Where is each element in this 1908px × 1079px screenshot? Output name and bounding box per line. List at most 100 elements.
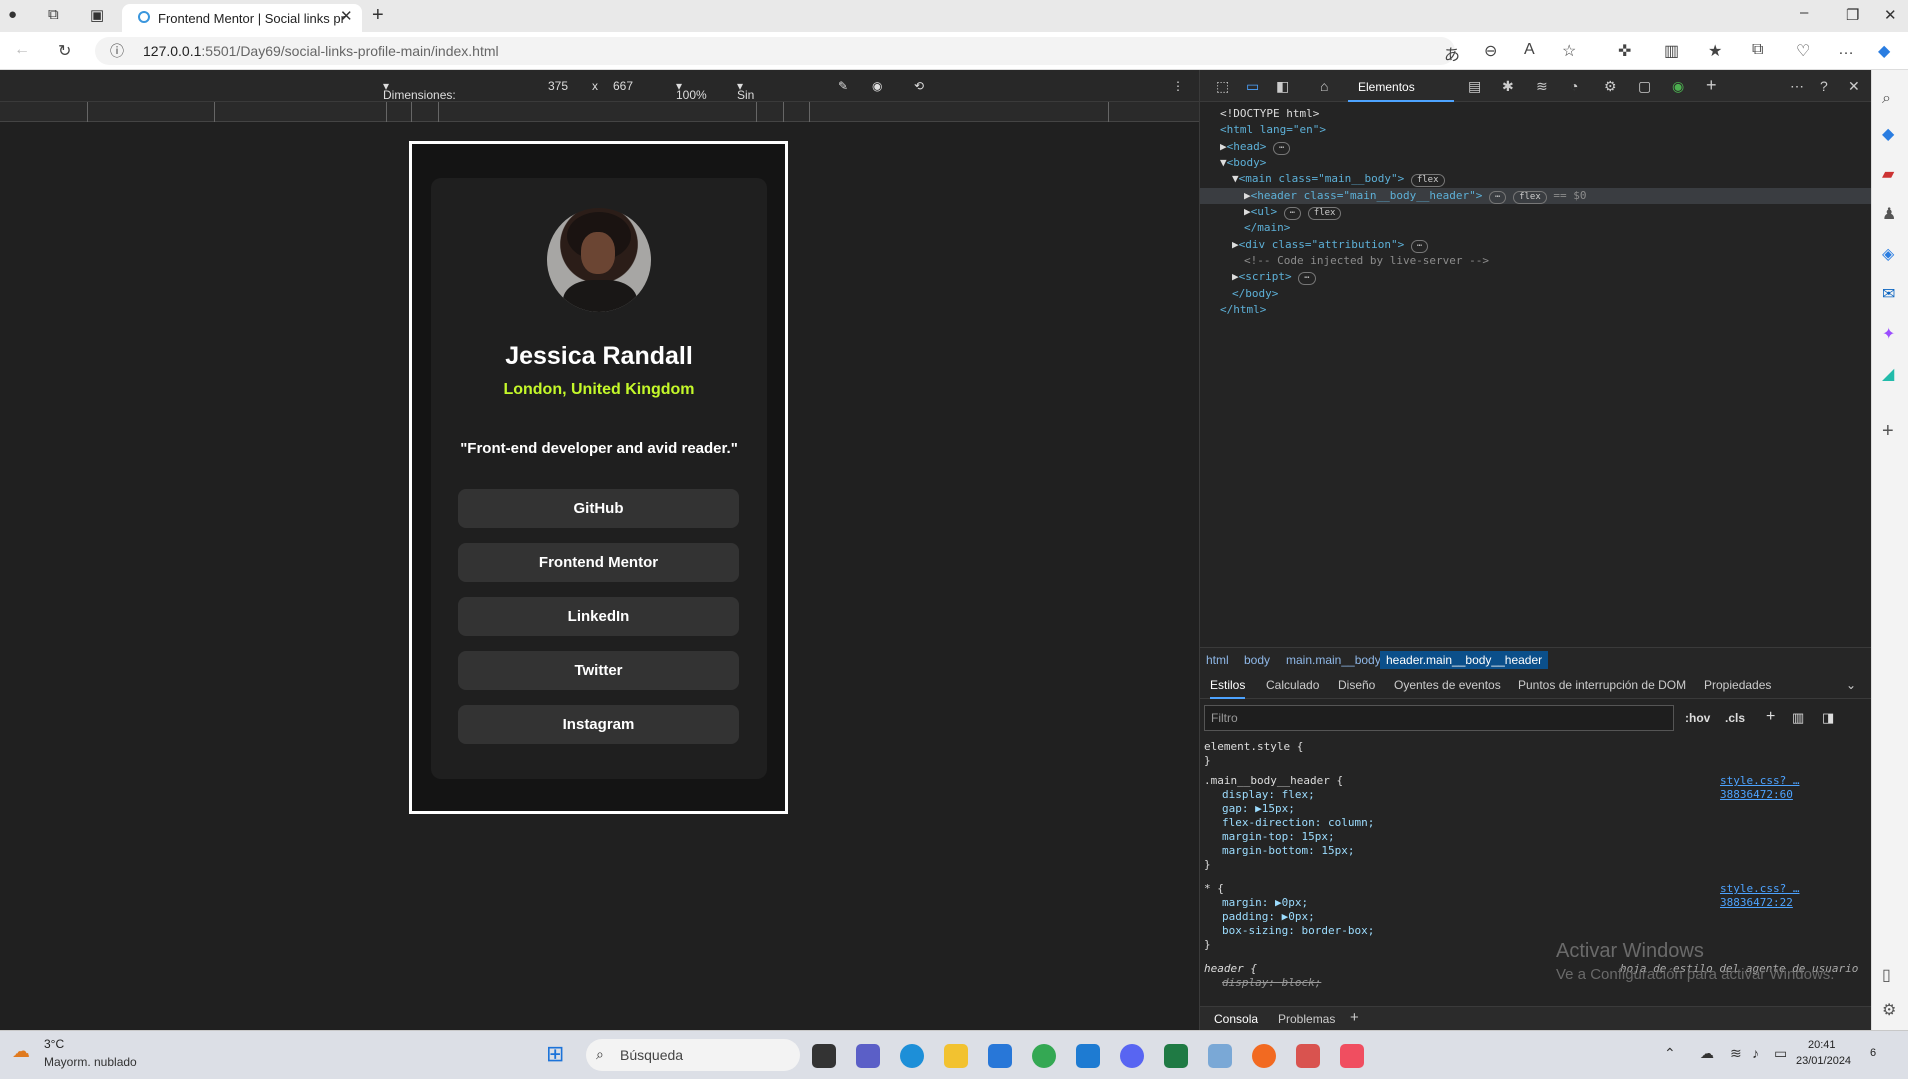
rule3-selector[interactable]: header { bbox=[1204, 962, 1257, 976]
copilot-icon[interactable]: ◆ bbox=[1878, 41, 1890, 61]
more-icon[interactable]: … bbox=[1838, 41, 1854, 59]
shopping-icon[interactable]: ◆ bbox=[1882, 124, 1894, 144]
crumb-header[interactable]: header.main__body__header bbox=[1380, 651, 1549, 669]
task-view-icon[interactable] bbox=[812, 1044, 836, 1068]
sidebar-settings-icon[interactable]: ⚙ bbox=[1882, 1000, 1896, 1020]
site-info-icon[interactable]: ⓘ bbox=[110, 41, 124, 61]
edge-icon[interactable] bbox=[900, 1044, 924, 1068]
devtools-more-icon[interactable]: ⋯ bbox=[1790, 78, 1804, 95]
link-github[interactable]: GitHub bbox=[458, 489, 739, 528]
css-prop[interactable]: margin-bottom: 15px; bbox=[1222, 844, 1354, 858]
add-sidebar-icon[interactable]: + bbox=[1882, 420, 1894, 443]
active-tab[interactable]: Frontend Mentor | Social links pr bbox=[122, 4, 362, 32]
outlook-icon[interactable]: ✉ bbox=[1882, 284, 1895, 304]
tools-icon[interactable]: ▰ bbox=[1882, 164, 1894, 184]
device-dimensions-select[interactable]: Dimensiones: iPhone SE ▾ bbox=[383, 79, 456, 116]
styles-filter-input[interactable]: Filtro bbox=[1204, 705, 1674, 731]
rule2-source-link[interactable]: style.css? …38836472:22 bbox=[1720, 882, 1872, 910]
throttle-select[interactable]: Sin limitación ▾ bbox=[737, 79, 787, 116]
weather-temp[interactable]: 3°C bbox=[44, 1037, 64, 1051]
dom-line[interactable]: </html> bbox=[1220, 302, 1266, 318]
dom-line[interactable]: ▶<script> ⋯ bbox=[1232, 269, 1316, 285]
drawer-add-icon[interactable]: + bbox=[1350, 1009, 1359, 1026]
device-more-icon[interactable]: ⋮ bbox=[1172, 79, 1184, 93]
app-icon[interactable] bbox=[1296, 1044, 1320, 1068]
dom-line[interactable]: </body> bbox=[1232, 286, 1278, 302]
volume-icon[interactable]: ♪ bbox=[1752, 1045, 1759, 1061]
css-prop[interactable]: margin: ▶0px; bbox=[1222, 896, 1308, 910]
tab-event-listeners[interactable]: Oyentes de eventos bbox=[1394, 678, 1501, 692]
cloud-icon[interactable]: ☁ bbox=[1700, 1045, 1714, 1062]
dom-line[interactable]: <!-- Code injected by live-server --> bbox=[1244, 253, 1489, 269]
crumb-html[interactable]: html bbox=[1206, 653, 1229, 667]
link-frontend-mentor[interactable]: Frontend Mentor bbox=[458, 543, 739, 582]
tab-computed[interactable]: Calculado bbox=[1266, 678, 1319, 692]
back-icon[interactable]: ← bbox=[14, 41, 30, 59]
designer-icon[interactable]: ✦ bbox=[1882, 324, 1895, 344]
drawer-tab-issues[interactable]: Problemas bbox=[1278, 1012, 1335, 1026]
zoom-out-icon[interactable]: ⊖ bbox=[1484, 41, 1497, 61]
application-icon[interactable]: ▢ bbox=[1638, 78, 1651, 95]
performance-panel-icon[interactable]: ◔ bbox=[1570, 78, 1578, 94]
css-prop[interactable]: flex-direction: column; bbox=[1222, 816, 1374, 830]
split-screen-icon[interactable]: ▥ bbox=[1664, 41, 1679, 61]
excel-icon[interactable] bbox=[1164, 1044, 1188, 1068]
tray-chevron-icon[interactable]: ⌃ bbox=[1664, 1045, 1676, 1062]
color-format-icon[interactable]: ▥ bbox=[1792, 710, 1804, 726]
url-field[interactable]: 127.0.0.1:5501/Day69/social-links-profil… bbox=[95, 37, 1455, 65]
css-prop[interactable]: display: flex; bbox=[1222, 788, 1315, 802]
favorite-icon[interactable]: ☆ bbox=[1562, 41, 1576, 61]
settings-gear-icon[interactable]: ⚙ bbox=[1604, 78, 1617, 95]
battery-icon[interactable]: ▭ bbox=[1774, 1045, 1787, 1062]
chrome-icon[interactable] bbox=[1032, 1044, 1056, 1068]
start-icon[interactable]: ⊞ bbox=[546, 1041, 564, 1067]
file-explorer-icon[interactable] bbox=[944, 1044, 968, 1068]
inspect-icon[interactable]: ⬚ bbox=[1216, 78, 1229, 95]
link-instagram[interactable]: Instagram bbox=[458, 705, 739, 744]
teams-icon[interactable] bbox=[856, 1044, 880, 1068]
tab-layout[interactable]: Diseño bbox=[1338, 678, 1375, 692]
zoom-select[interactable]: 100% ▾ bbox=[676, 79, 707, 102]
close-devtools-icon[interactable]: ✕ bbox=[1848, 78, 1860, 95]
extensions-icon[interactable]: ✜ bbox=[1618, 41, 1631, 61]
collections-bar-icon[interactable]: ⧉ bbox=[1752, 41, 1763, 59]
tab-properties[interactable]: Propiedades bbox=[1704, 678, 1771, 692]
css-prop[interactable]: box-sizing: border-box; bbox=[1222, 924, 1374, 938]
element-style-rule[interactable]: element.style { bbox=[1204, 740, 1303, 754]
console-icon[interactable]: ▤ bbox=[1468, 78, 1481, 95]
minimize-icon[interactable]: – bbox=[1800, 4, 1808, 21]
rule2-selector[interactable]: * { bbox=[1204, 882, 1224, 896]
tab-elements[interactable]: Elementos bbox=[1348, 70, 1454, 102]
photos-icon[interactable] bbox=[1208, 1044, 1232, 1068]
discord-icon[interactable] bbox=[1120, 1044, 1144, 1068]
games-icon[interactable]: ♟ bbox=[1882, 204, 1896, 224]
drop-icon[interactable]: ◢ bbox=[1882, 364, 1894, 384]
rotate-icon[interactable]: ⟲ bbox=[914, 79, 924, 93]
new-rule-icon[interactable]: + bbox=[1766, 708, 1775, 726]
new-tab-icon[interactable]: + bbox=[372, 4, 384, 27]
rule1-source-link[interactable]: style.css? …38836472:60 bbox=[1720, 774, 1872, 802]
tab-dom-breakpoints[interactable]: Puntos de interrupción de DOM bbox=[1518, 678, 1686, 692]
css-prop[interactable]: gap: ▶15px; bbox=[1222, 802, 1295, 816]
lighthouse-icon[interactable]: ◉ bbox=[1672, 78, 1684, 95]
weather-icon[interactable]: ☁ bbox=[12, 1041, 30, 1062]
wifi-icon[interactable]: ≋ bbox=[1730, 1045, 1742, 1062]
vscode-icon[interactable] bbox=[1076, 1044, 1100, 1068]
dom-line[interactable]: ▼<body> bbox=[1220, 155, 1266, 171]
hov-toggle[interactable]: :hov bbox=[1685, 711, 1710, 725]
dock-icon[interactable]: ◧ bbox=[1276, 78, 1289, 95]
pen-icon[interactable]: ✎ bbox=[838, 79, 848, 93]
close-tab-icon[interactable]: ✕ bbox=[340, 7, 353, 25]
collections-icon[interactable]: ⧉ bbox=[48, 6, 59, 23]
home-icon[interactable]: ⌂ bbox=[1320, 78, 1328, 94]
refresh-icon[interactable]: ↻ bbox=[58, 41, 71, 61]
profile-icon[interactable]: ● bbox=[8, 6, 17, 23]
dom-line[interactable]: ▶<ul> ⋯ flex bbox=[1244, 204, 1342, 220]
brave-icon[interactable] bbox=[1252, 1044, 1276, 1068]
help-icon[interactable]: ? bbox=[1820, 78, 1828, 94]
rule1-selector[interactable]: .main__body__header { bbox=[1204, 774, 1343, 788]
device-width-input[interactable]: 375 bbox=[548, 79, 568, 93]
notification-count[interactable]: 6 bbox=[1870, 1047, 1876, 1059]
link-linkedin[interactable]: LinkedIn bbox=[458, 597, 739, 636]
add-panel-icon[interactable]: + bbox=[1706, 75, 1717, 96]
